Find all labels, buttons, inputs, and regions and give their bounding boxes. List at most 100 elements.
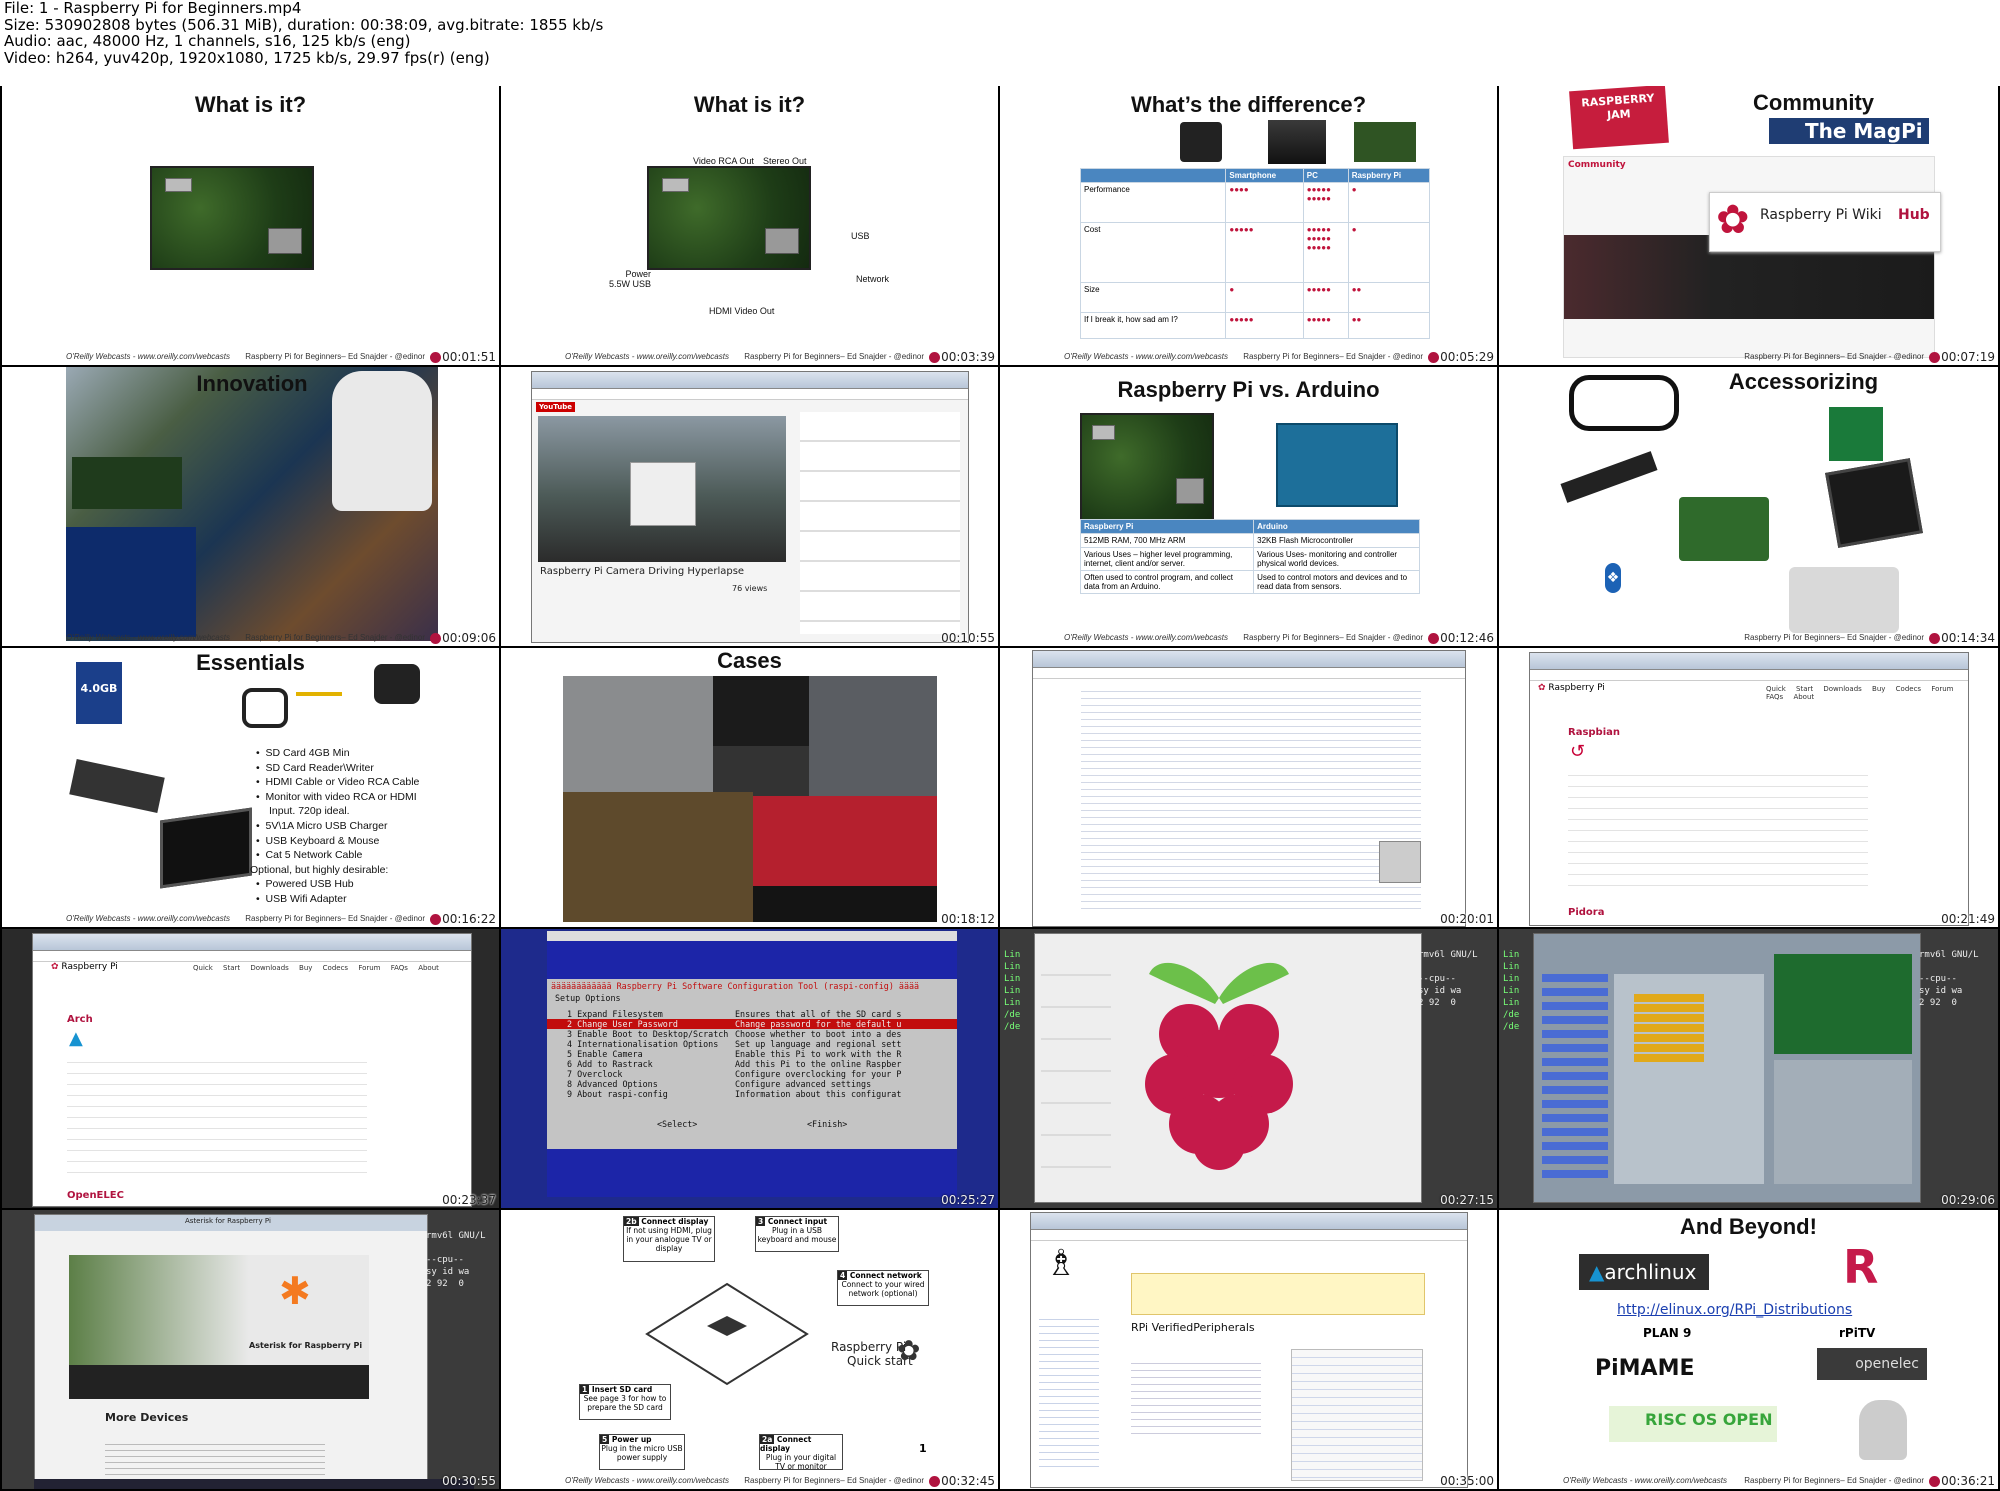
thumb-15[interactable]: Lin Lin Lin Lin Lin/de/de rmv6l GNU/L --cpu-… — [1000, 929, 1497, 1208]
thumb-11[interactable]: 00:20:01 — [1000, 648, 1497, 927]
browser-tabs — [532, 372, 968, 389]
bullet-item: • HDMI Cable or Video RCA Cable — [256, 776, 420, 789]
distributions-link[interactable]: http://elinux.org/RPi_Distributions — [1617, 1302, 1852, 1318]
battery-pack-image — [1560, 451, 1658, 503]
thumb-12[interactable]: ✿ Raspberry Pi Quick Start Downloads Buy… — [1499, 648, 1998, 927]
config-buttons: <Select> <Finish> — [547, 1119, 957, 1129]
footer-right: Raspberry Pi for Beginners– Ed Snajder -… — [1243, 633, 1423, 642]
footer-right: Raspberry Pi for Beginners– Ed Snajder -… — [245, 914, 425, 923]
thumb-02[interactable]: What is it? Video RCA Out Stereo Out USB… — [501, 86, 998, 365]
slide-title: What is it? — [693, 92, 806, 117]
thumb-14[interactable]: ääääääääääää Raspberry Pi Software Confi… — [501, 929, 998, 1208]
video-title: Raspberry Pi Camera Driving Hyperlapse — [540, 566, 745, 577]
desktop-icons — [1041, 944, 1111, 1184]
raspberry-logo-icon: ✿ — [1716, 197, 1750, 243]
slide-title: Innovation — [196, 371, 308, 396]
thumb-01[interactable]: What is it? O'Reilly Webcasts - www.orei… — [2, 86, 499, 365]
label-usb: USB — [851, 231, 870, 241]
timestamp: 00:18:12 — [941, 912, 995, 926]
nav-link[interactable]: Buy Codecs — [1872, 685, 1921, 693]
case-image — [1789, 567, 1899, 633]
address-bar[interactable] — [532, 389, 968, 400]
thumb-13[interactable]: ✿ Raspberry Pi Quick Start Downloads Buy… — [2, 929, 499, 1208]
bullet-item: • USB Wifi Adapter — [256, 892, 347, 905]
thumb-19[interactable]: ♗ RPi VerifiedPeripherals 00:35:00 — [1000, 1210, 1497, 1489]
nav-link[interactable]: Quick Start — [1766, 685, 1813, 693]
footer-right: Raspberry Pi for Beginners– Ed Snajder -… — [1744, 352, 1924, 361]
table-row-label: Cost — [1079, 222, 1227, 283]
config-option[interactable]: 9 About raspi-config Information about th… — [547, 1089, 957, 1099]
nav-link[interactable]: Forum — [1931, 685, 1953, 693]
setup-options-label: Setup Options — [555, 993, 621, 1003]
desktop-window — [1034, 933, 1422, 1203]
config-option[interactable]: 6 Add to Rastrack Add this Pi to the onli… — [547, 1059, 957, 1069]
step-box: 4 Connect network Connect to your wired n… — [837, 1270, 929, 1306]
timestamp: 00:27:15 — [1440, 1193, 1494, 1207]
distro-details — [1568, 765, 1868, 895]
config-option[interactable]: 1 Expand Filesystem Ensures that all of t… — [547, 1009, 957, 1019]
footer-left: O'Reilly Webcasts - www.oreilly.com/webc… — [66, 352, 230, 361]
site-nav-bar — [69, 1365, 369, 1399]
smartphone-image — [1180, 122, 1222, 162]
nav-link[interactable]: Quick Start — [193, 964, 240, 972]
thumb-03[interactable]: What’s the difference? Smartphone PC Ras… — [1000, 86, 1497, 365]
nav-link[interactable]: Buy Codecs — [299, 964, 348, 972]
thumb-20[interactable]: And Beyond! ▲archlinux R http://elinux.o… — [1499, 1210, 1998, 1489]
terminal-left-text: Lin Lin Lin Lin Lin/de/de — [1503, 950, 1520, 1032]
label-video-rca: Video RCA Out — [693, 156, 754, 166]
nav-link[interactable]: Downloads — [250, 964, 288, 972]
distro-details — [67, 1052, 367, 1182]
terminal-right-text: rmv6l GNU/L --cpu-- sy id wa 2 92 0 — [1418, 950, 1478, 1008]
timestamp: 00:20:01 — [1440, 912, 1494, 926]
distro-heading: Raspbian — [1568, 727, 1621, 738]
config-option[interactable]: 8 Advanced Options Configure advanced set… — [547, 1079, 957, 1089]
thumbnail-grid: What is it? O'Reilly Webcasts - www.orei… — [0, 86, 2000, 1491]
rating-berries: ●●●●● — [1302, 282, 1349, 313]
thumb-04[interactable]: RASPBERRY JAM Community The MagPi Commun… — [1499, 86, 1998, 365]
nav-link[interactable]: About — [418, 964, 439, 972]
thumb-05[interactable]: Innovation O'Reilly Webcasts - www.oreil… — [2, 367, 499, 646]
address-bar[interactable] — [1530, 670, 1968, 681]
config-option[interactable]: 3 Enable Boot to Desktop/Scratch Choose w… — [547, 1029, 957, 1039]
config-option[interactable]: 7 Overclock Configure overclocking for yo… — [547, 1069, 957, 1079]
bus-image — [630, 462, 696, 526]
address-bar[interactable] — [1031, 1230, 1467, 1241]
raspberry-pi-board-image — [150, 166, 314, 270]
config-option-selected[interactable]: 2 Change User Password Change password fo… — [547, 1019, 957, 1029]
slide-title: What’s the difference? — [1130, 92, 1367, 117]
contents-box — [1291, 1349, 1423, 1481]
nav-link[interactable]: FAQs — [1766, 693, 1783, 701]
nav-link[interactable]: Downloads — [1823, 685, 1861, 693]
wiki-page-heading: RPi VerifiedPeripherals — [1131, 1321, 1255, 1334]
raspberry-icon — [430, 352, 441, 363]
related-videos — [800, 412, 960, 634]
footer-left: O'Reilly Webcasts - www.oreilly.com/webc… — [66, 914, 230, 923]
address-bar[interactable] — [33, 951, 471, 962]
thumb-16[interactable]: Lin Lin Lin Lin Lin/de/de rmv6l GNU/L --cpu-… — [1499, 929, 1998, 1208]
nav-link[interactable]: About — [1793, 693, 1814, 701]
table-cell: 512MB RAM, 700 MHz ARM — [1079, 533, 1255, 548]
select-button[interactable]: <Select> — [657, 1119, 807, 1129]
thumb-17[interactable]: Asterisk for Raspberry Pi ✱ Asterisk for… — [2, 1210, 499, 1489]
rating-berries: ●●●●● — [1225, 222, 1304, 283]
terminal-left-text: Lin Lin Lin Lin Lin/de/de — [1004, 950, 1021, 1032]
finish-button[interactable]: <Finish> — [807, 1119, 847, 1129]
nav-link[interactable]: Forum — [358, 964, 380, 972]
step-box: 5 Power up Plug in the micro USB power su… — [599, 1434, 685, 1470]
thumb-09[interactable]: Essentials 4.0GB • SD Card 4GB Min • SD … — [2, 648, 499, 927]
timestamp: 00:32:45 — [941, 1474, 995, 1488]
thumb-08[interactable]: Accessorizing ❖ Raspberry Pi for Beginne… — [1499, 367, 1998, 646]
thumb-10[interactable]: Cases 00:18:12 — [501, 648, 998, 927]
thumb-18[interactable]: 2b Connect display If not using HDMI, plu… — [501, 1210, 998, 1489]
table-header: Raspberry Pi — [1079, 519, 1255, 534]
wiki-sidebar — [1039, 1313, 1099, 1473]
config-option[interactable]: 5 Enable Camera Enable this Pi to work wi… — [547, 1049, 957, 1059]
site-logo: ✿ Raspberry Pi — [1538, 683, 1605, 693]
nav-link[interactable]: FAQs — [391, 964, 408, 972]
thumb-06[interactable]: YouTube Raspberry Pi Camera Driving Hype… — [501, 367, 998, 646]
thumb-07[interactable]: Raspberry Pi vs. Arduino Raspberry Pi Ard… — [1000, 367, 1497, 646]
config-option[interactable]: 4 Internationalisation Options Set up lan… — [547, 1039, 957, 1049]
address-bar[interactable] — [1033, 668, 1465, 679]
raspberry-icon — [929, 352, 940, 363]
browser-tabs — [1530, 653, 1968, 670]
